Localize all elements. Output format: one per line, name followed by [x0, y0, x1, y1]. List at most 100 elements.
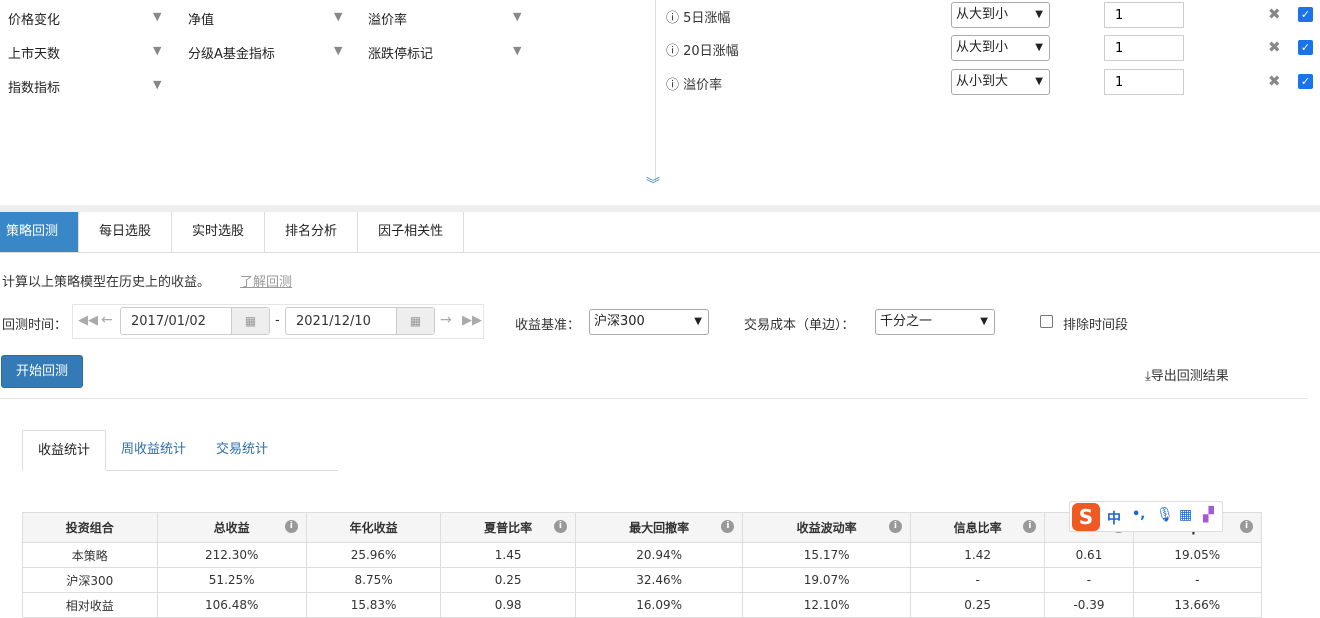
- time-label: 回测时间：: [2, 318, 68, 333]
- chevron-down-icon[interactable]: ▼: [334, 10, 342, 23]
- table-row: 相对收益 106.48% 15.83% 0.98 16.09% 12.10% 0.25 -0.…: [22, 592, 1263, 618]
- expand-chevron-icon[interactable]: ︾: [646, 178, 660, 192]
- tab-ranking[interactable]: 排名分析: [265, 212, 359, 252]
- info-icon[interactable]: i: [1023, 520, 1037, 533]
- col-annual-return: 年化收益: [305, 512, 442, 543]
- table-cell: 19.07%: [742, 567, 911, 593]
- ime-punct[interactable]: •,: [1132, 507, 1145, 522]
- exclude-label: 排除时间段: [1063, 318, 1129, 333]
- info-icon[interactable]: i: [1240, 520, 1253, 533]
- table-cell: 相对收益: [22, 592, 158, 618]
- keyboard-icon[interactable]: ▦: [1179, 507, 1192, 523]
- col-portfolio: 投资组合: [22, 512, 158, 543]
- table-cell: 0.98: [440, 592, 576, 618]
- filter-premium[interactable]: 溢价率: [368, 9, 407, 28]
- col-total-return: 总收益 i: [156, 512, 307, 543]
- enable-checkbox[interactable]: ✓: [1298, 40, 1313, 55]
- ime-toolbar[interactable]: S 中 •, 🎙 ▦ ▞: [1069, 501, 1223, 532]
- end-date-input[interactable]: 2021/12/10 ▦: [285, 307, 435, 335]
- enable-checkbox[interactable]: ✓: [1298, 74, 1313, 89]
- tab-weekly-stats[interactable]: 周收益统计: [106, 430, 201, 471]
- table-cell: 19.05%: [1132, 542, 1263, 568]
- filter-index[interactable]: 指数指标: [8, 77, 60, 96]
- main-tabs: 策略回测 每日选股 实时选股 排名分析 因子相关性: [0, 212, 1320, 253]
- table-cell: 106.48%: [156, 592, 307, 618]
- tab-factor-correlation[interactable]: 因子相关性: [358, 212, 465, 252]
- benchmark-label: 收益基准：: [515, 318, 581, 333]
- table-cell: -: [909, 567, 1046, 593]
- tab-backtest[interactable]: 策略回测: [0, 212, 80, 252]
- rule-label: ⓘ 溢价率: [666, 78, 723, 93]
- section-divider: [0, 205, 1320, 212]
- intro-text: 计算以上策略模型在历史上的收益。: [2, 275, 211, 290]
- remove-icon[interactable]: ✖: [1268, 5, 1281, 23]
- info-icon[interactable]: i: [721, 520, 735, 533]
- table-cell: -: [1132, 567, 1263, 593]
- calendar-icon[interactable]: ▦: [396, 308, 434, 334]
- apps-icon[interactable]: ▞: [1203, 507, 1214, 523]
- weight-input[interactable]: [1104, 2, 1184, 28]
- export-button[interactable]: ⤓导出回测结果: [1145, 365, 1229, 384]
- microphone-icon[interactable]: 🎙: [1156, 507, 1174, 523]
- col-info-ratio: 信息比率 i: [909, 512, 1046, 543]
- table-cell: 25.96%: [305, 542, 442, 568]
- remove-icon[interactable]: ✖: [1268, 38, 1281, 56]
- first-icon[interactable]: ◀◀: [78, 313, 98, 328]
- chevron-down-icon[interactable]: ▼: [513, 44, 521, 57]
- stats-tabs: 收益统计 周收益统计 交易统计: [22, 430, 338, 471]
- sort-rule: ⓘ 20日涨幅 从大到小▼ ✖ ✓: [666, 35, 1316, 61]
- filter-listing-days[interactable]: 上市天数: [8, 43, 60, 62]
- last-icon[interactable]: ▶▶: [462, 313, 482, 328]
- table-row: 沪深300 51.25% 8.75% 0.25 32.46% 19.07% - - -: [22, 567, 1263, 593]
- chevron-down-icon[interactable]: ▼: [153, 10, 161, 23]
- filter-class-a[interactable]: 分级A基金指标: [188, 43, 275, 62]
- table-cell: 1.42: [909, 542, 1046, 568]
- sort-rule: ⓘ 5日涨幅 从大到小▼ ✖ ✓: [666, 2, 1316, 28]
- chevron-down-icon[interactable]: ▼: [513, 10, 521, 23]
- chevron-down-icon[interactable]: ▼: [153, 44, 161, 57]
- table-cell: -0.39: [1044, 592, 1134, 618]
- tab-realtime-pick[interactable]: 实时选股: [172, 212, 266, 252]
- order-select[interactable]: 从大到小 ▼: [951, 2, 1050, 28]
- table-cell: 212.30%: [156, 542, 307, 568]
- chevron-down-icon[interactable]: ▼: [334, 44, 342, 57]
- filter-nav[interactable]: 净值: [188, 9, 214, 28]
- tab-trade-stats[interactable]: 交易统计: [201, 430, 283, 471]
- table-cell: 20.94%: [574, 542, 744, 568]
- info-icon[interactable]: i: [284, 520, 298, 533]
- learn-backtest-link[interactable]: 了解回测: [240, 271, 292, 290]
- ime-mode[interactable]: 中: [1107, 508, 1121, 528]
- rule-label: ⓘ 5日涨幅: [666, 11, 731, 26]
- benchmark-select[interactable]: 沪深300 ▼: [589, 309, 709, 335]
- table-cell: 0.25: [440, 567, 576, 593]
- table-cell: 13.66%: [1132, 592, 1263, 618]
- filter-price-change[interactable]: 价格变化: [8, 9, 60, 28]
- cost-select[interactable]: 千分之一 ▼: [875, 309, 995, 335]
- start-date-input[interactable]: 2017/01/02 ▦: [120, 307, 270, 335]
- remove-icon[interactable]: ✖: [1268, 72, 1281, 90]
- cost-label: 交易成本（单边）：: [744, 318, 855, 333]
- table-cell: 沪深300: [22, 567, 158, 593]
- order-select[interactable]: 从大到小 ▼: [951, 35, 1050, 61]
- table-cell: 12.10%: [742, 592, 911, 618]
- calendar-icon[interactable]: ▦: [231, 308, 269, 334]
- enable-checkbox[interactable]: ✓: [1298, 7, 1313, 22]
- table-cell: 0.25: [909, 592, 1046, 618]
- date-separator: -: [275, 313, 280, 328]
- tab-return-stats[interactable]: 收益统计: [22, 430, 107, 471]
- weight-input[interactable]: [1104, 69, 1184, 95]
- exclude-checkbox[interactable]: [1040, 315, 1053, 328]
- table-cell: 51.25%: [156, 567, 307, 593]
- start-backtest-button[interactable]: 开始回测: [1, 355, 83, 388]
- order-select[interactable]: 从小到大 ▼: [951, 69, 1050, 95]
- tab-daily-pick[interactable]: 每日选股: [79, 212, 173, 252]
- prev-arrow-icon[interactable]: ←: [101, 312, 113, 328]
- chevron-down-icon[interactable]: ▼: [153, 78, 161, 91]
- rule-label: ⓘ 20日涨幅: [666, 44, 739, 59]
- filter-limit-mark[interactable]: 涨跌停标记: [368, 43, 433, 62]
- divider: [655, 0, 656, 182]
- next-arrow-icon[interactable]: →: [440, 312, 452, 328]
- info-icon[interactable]: i: [888, 520, 902, 533]
- weight-input[interactable]: [1104, 35, 1184, 61]
- info-icon[interactable]: i: [553, 520, 567, 533]
